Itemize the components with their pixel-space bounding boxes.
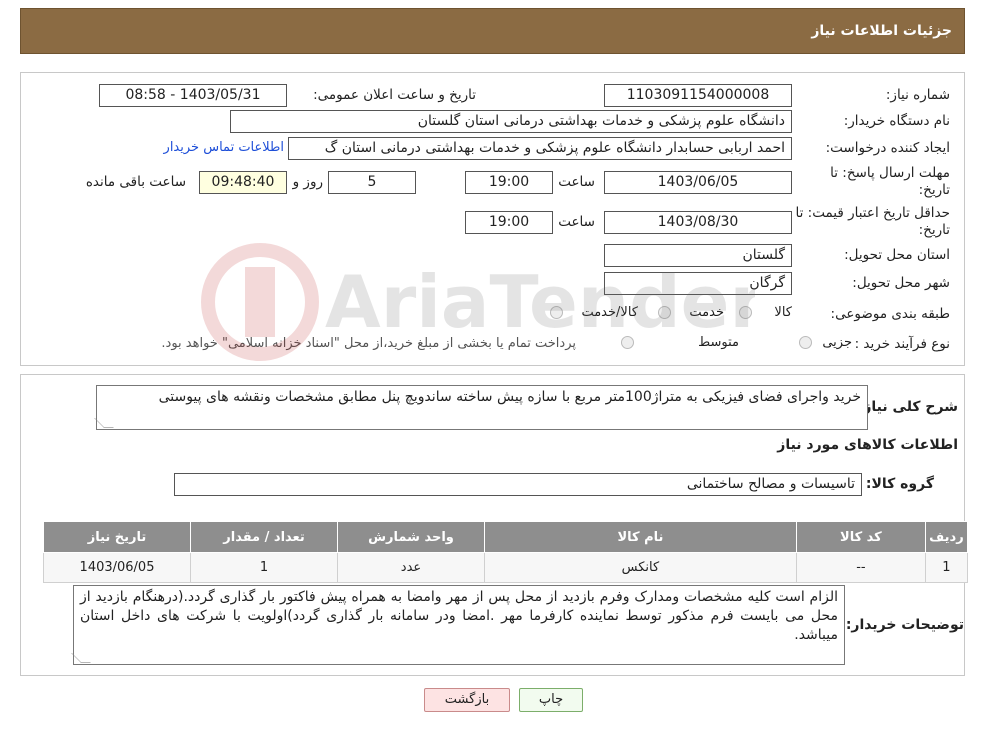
- category-option-service-label: خدمت: [689, 305, 724, 320]
- desc-text: خرید واجرای فضای فیزیکی به متراژ100متر م…: [158, 389, 861, 405]
- deadline-time-label: ساعت: [558, 174, 595, 190]
- resize-handle-icon[interactable]: [71, 653, 91, 663]
- category-label: طبقه بندی موضوعی:: [830, 306, 950, 322]
- radio-icon[interactable]: [621, 336, 635, 349]
- validity-date-field[interactable]: 1403/08/30: [604, 211, 792, 234]
- col-qty-header: تعداد / مقدار: [190, 521, 338, 553]
- details-panel: شماره نیاز: 1103091154000008 تاریخ و ساع…: [20, 72, 965, 366]
- category-option-both[interactable]: کالا/خدمت: [550, 305, 638, 320]
- col-code-header: کد کالا: [795, 521, 926, 553]
- deadline-label-text: مهلت ارسال پاسخ: تا تاریخ:: [830, 165, 950, 198]
- table-row: 1 -- کانکس عدد 1 1403/06/05: [42, 552, 969, 583]
- category-option-goods[interactable]: کالا: [739, 305, 792, 320]
- process-label: نوع فرآیند خرید :: [854, 336, 950, 352]
- city-field[interactable]: گرگان: [604, 272, 792, 295]
- deadline-time-field[interactable]: 19:00: [465, 171, 553, 194]
- cell-qty: 1: [190, 552, 338, 583]
- buyer-notes-text: الزام است کلیه مشخصات ومدارک وفرم بازدید…: [80, 589, 838, 643]
- days-field[interactable]: 5: [328, 171, 416, 194]
- buyer-contact-link[interactable]: اطلاعات تماس خریدار: [164, 140, 284, 155]
- validity-label-text: حداقل تاریخ اعتبار قیمت: تا تاریخ:: [795, 205, 950, 238]
- process-option-medium-label: متوسط: [698, 335, 739, 350]
- announce-field[interactable]: 1403/05/31 - 08:58: [99, 84, 287, 107]
- remaining-label: ساعت باقی مانده: [85, 174, 186, 190]
- deadline-label: مهلت ارسال پاسخ: تا تاریخ:: [810, 165, 950, 199]
- category-option-both-label: کالا/خدمت: [581, 305, 638, 320]
- resize-handle-icon[interactable]: [94, 418, 114, 428]
- radio-icon[interactable]: [739, 306, 753, 319]
- buyer-org-label: نام دستگاه خریدار:: [843, 113, 950, 129]
- radio-icon[interactable]: [799, 336, 813, 349]
- payment-note: پرداخت تمام یا بخشی از مبلغ خرید،از محل …: [161, 336, 576, 351]
- process-option-minor[interactable]: جزیی: [799, 335, 852, 350]
- desc-label: شرح کلی نیاز:: [857, 399, 958, 415]
- col-unit-header: واحد شمارش: [337, 521, 485, 553]
- remaining-time-field: 09:48:40: [199, 171, 287, 194]
- radio-icon[interactable]: [550, 306, 564, 319]
- back-button[interactable]: بازگشت: [424, 688, 510, 712]
- page-header: جزئیات اطلاعات نیاز: [20, 8, 965, 54]
- cell-code: --: [795, 552, 926, 583]
- buyer-notes-label: توضیحات خریدار:: [845, 617, 964, 633]
- category-option-service[interactable]: خدمت: [658, 305, 724, 320]
- summary-panel: شرح کلی نیاز: خرید واجرای فضای فیزیکی به…: [20, 374, 969, 676]
- requester-field[interactable]: احمد اربابی حسابدار دانشگاه علوم پزشکی و…: [288, 137, 792, 160]
- process-option-medium[interactable]: متوسط: [621, 335, 739, 350]
- province-field[interactable]: گلستان: [604, 244, 792, 267]
- col-name-header: نام کالا: [483, 521, 797, 553]
- goods-title: اطلاعات کالاهای مورد نیاز: [777, 437, 958, 453]
- announce-label: تاریخ و ساعت اعلان عمومی:: [313, 87, 476, 103]
- buyer-org-field[interactable]: دانشگاه علوم پزشکی و خدمات بهداشتی درمان…: [230, 110, 792, 133]
- col-date-header: تاریخ نیاز: [42, 521, 192, 553]
- buyer-notes-textarea[interactable]: الزام است کلیه مشخصات ومدارک وفرم بازدید…: [71, 585, 845, 665]
- cell-name: کانکس: [483, 552, 797, 583]
- validity-label: حداقل تاریخ اعتبار قیمت: تا تاریخ:: [795, 205, 950, 239]
- category-option-goods-label: کالا: [774, 305, 792, 320]
- need-number-label: شماره نیاز:: [885, 87, 950, 103]
- cell-row: 1: [924, 552, 969, 583]
- group-field[interactable]: تاسیسات و مصالح ساختمانی: [174, 473, 862, 496]
- validity-time-label: ساعت: [558, 214, 595, 230]
- page-title: جزئیات اطلاعات نیاز: [811, 23, 952, 39]
- requester-label: ایجاد کننده درخواست:: [825, 140, 950, 156]
- cell-unit: عدد: [337, 552, 485, 583]
- province-label: استان محل تحویل:: [844, 247, 950, 263]
- desc-textarea[interactable]: خرید واجرای فضای فیزیکی به متراژ100متر م…: [94, 385, 868, 430]
- radio-icon[interactable]: [658, 306, 672, 319]
- col-row-header: ردیف: [924, 521, 969, 553]
- validity-time-field[interactable]: 19:00: [465, 211, 553, 234]
- need-number-field[interactable]: 1103091154000008: [604, 84, 792, 107]
- days-label: روز و: [292, 174, 323, 190]
- print-button[interactable]: چاپ: [519, 688, 583, 712]
- deadline-date-field[interactable]: 1403/06/05: [604, 171, 792, 194]
- city-label: شهر محل تحویل:: [852, 275, 950, 291]
- table-header-row: ردیف کد کالا نام کالا واحد شمارش تعداد /…: [42, 521, 969, 553]
- process-option-minor-label: جزیی: [822, 335, 852, 350]
- cell-date: 1403/06/05: [42, 552, 192, 583]
- items-table: ردیف کد کالا نام کالا واحد شمارش تعداد /…: [42, 521, 969, 583]
- group-label: گروه کالا:: [865, 476, 934, 492]
